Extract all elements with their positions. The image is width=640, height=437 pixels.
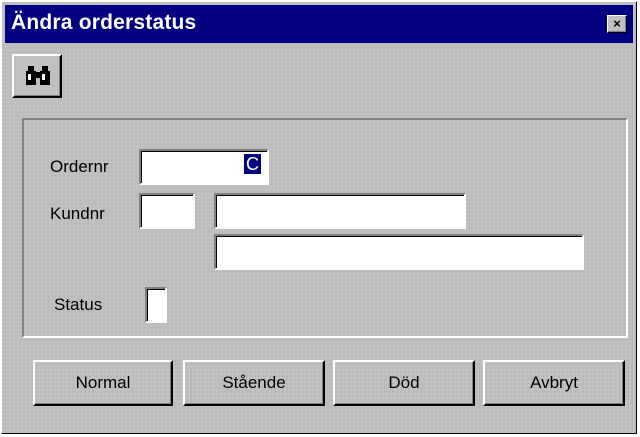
staende-button[interactable]: Stående (183, 360, 325, 406)
close-icon: × (613, 16, 621, 31)
ordernr-input[interactable]: C (139, 149, 269, 185)
binoculars-icon (26, 66, 50, 85)
ordernr-label: Ordernr (50, 157, 109, 176)
order-status-window: Ändra orderstatus × Ordernr C Kundnr Sta… (1, 1, 637, 434)
title-bar[interactable]: Ändra orderstatus × (5, 5, 633, 43)
status-input[interactable] (145, 287, 167, 323)
window-title: Ändra orderstatus (11, 11, 197, 34)
customer-address-field[interactable] (214, 234, 584, 270)
status-label: Status (54, 295, 103, 314)
kundnr-label: Kundnr (50, 204, 105, 223)
avbryt-button[interactable]: Avbryt (483, 360, 625, 406)
close-button[interactable]: × (607, 15, 627, 33)
kundnr-input[interactable] (139, 193, 195, 229)
customer-name-field[interactable] (214, 193, 466, 229)
normal-button[interactable]: Normal (33, 360, 173, 406)
dod-button[interactable]: Död (333, 360, 475, 406)
ordernr-value: C (244, 154, 261, 174)
search-button[interactable] (12, 54, 62, 98)
